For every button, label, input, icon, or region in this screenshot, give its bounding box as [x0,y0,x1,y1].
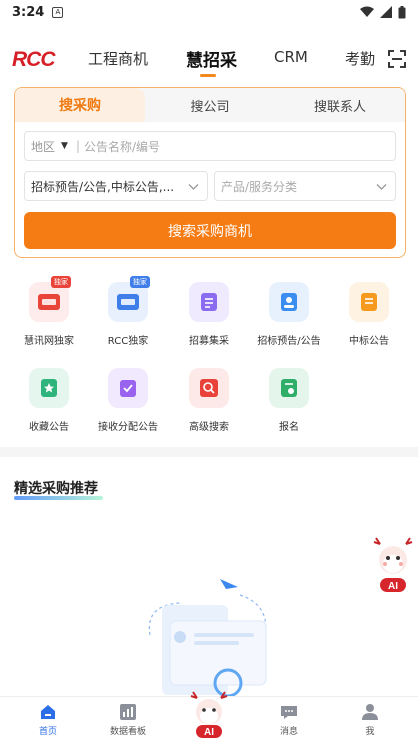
bottom-nav-label: 消息 [279,727,298,737]
message-icon [281,706,297,719]
favorite-notice-icon [29,368,69,408]
bottom-nav-home[interactable]: 首页 [13,703,83,737]
bottom-nav-ai[interactable]: AI [189,690,229,740]
status-indicators [360,5,406,19]
bottom-nav-label: 数据看板 [109,727,146,737]
section-title: 精选采购推荐 [14,481,98,497]
battery-icon [398,5,406,18]
bottom-nav-label: 我 [365,727,375,737]
search-procurement-button[interactable]: 搜索采购商机 [24,212,396,249]
chevron-down-icon [376,184,387,190]
category-placeholder: 产品/服务分类 [221,179,298,194]
tab-engineering[interactable]: 工程商机 [88,48,148,69]
field-separator: | [75,139,80,153]
advanced-search-icon [189,368,229,408]
status-time: 3:24 [12,4,45,20]
bottom-nav-profile[interactable]: 我 [335,703,405,737]
grid-item-favorite-notice[interactable]: 收藏公告 [9,368,89,433]
assigned-notice-icon [108,368,148,408]
search-card: 搜采购 搜公司 搜联系人 地区 ▼ | 公告名称/编号 招标预告/公告,中标公告… [14,87,406,258]
chevron-down-icon [188,184,199,190]
section-divider [0,447,418,457]
recruit-procure-icon [189,282,229,322]
keyword-search-field[interactable]: 地区 ▼ | 公告名称/编号 [24,131,396,161]
keyword-placeholder: 公告名称/编号 [83,139,161,154]
bottom-nav-dashboard[interactable]: 数据看板 [93,703,163,737]
top-nav: RCC 工程商机 慧招采 CRM 考勤 [0,40,418,80]
tab-attendance[interactable]: 考勤 [345,48,375,69]
bottom-nav-label: 首页 [38,727,57,737]
home-icon [41,705,55,719]
grid-item-icc-exclusive[interactable]: 独家 慧讯网独家 [9,276,89,347]
exclusive-badge: 独家 [130,276,150,288]
grid-label: 接收分配公告 [98,422,158,433]
grid-label: 招标预告/公告 [257,336,321,347]
ai-mascot-icon[interactable]: AI [372,536,414,594]
tab-search-company[interactable]: 搜公司 [145,88,275,122]
grid-label: 高级搜索 [189,422,229,433]
grid-item-assigned-notice[interactable]: 接收分配公告 [88,368,168,433]
search-tabs: 搜采购 搜公司 搜联系人 [15,88,405,122]
tab-search-contact[interactable]: 搜联系人 [275,88,405,122]
icc-exclusive-icon: 独家 [29,276,71,322]
category-select[interactable]: 产品/服务分类 [214,171,396,201]
exclusive-badge: 独家 [51,276,71,288]
profile-icon [362,704,378,720]
chart-icon [120,704,136,720]
tab-huizhaocai[interactable]: 慧招采 [186,46,237,71]
rcc-exclusive-icon: 独家 [108,276,150,322]
grid-label: 招募集采 [189,336,229,347]
grid-item-signup[interactable]: 报名 [249,368,329,433]
scan-icon[interactable] [388,50,406,68]
active-tab-indicator [200,74,216,77]
svg-text:AI: AI [388,581,398,592]
notice-type-value: 招标预告/公告,中标公告,... [31,179,175,194]
notification-icon: A [52,6,64,18]
award-notice-icon [349,282,389,322]
grid-label: 慧讯网独家 [24,336,74,347]
grid-label: 报名 [279,422,299,433]
tab-crm[interactable]: CRM [274,48,308,66]
grid-label: 收藏公告 [29,422,69,433]
status-bar: 3:24 A [0,0,418,24]
notice-type-select[interactable]: 招标预告/公告,中标公告,... [24,171,208,201]
grid-item-rcc-exclusive[interactable]: 独家 RCC独家 [88,276,168,347]
grid-label: 中标公告 [349,336,389,347]
wifi-icon [360,6,374,17]
grid-label: RCC独家 [107,336,149,347]
tender-notice-icon [269,282,309,322]
section-title-underline [14,496,103,500]
caret-down-icon: ▼ [61,141,68,151]
region-selector[interactable]: 地区 [31,138,55,155]
signup-icon [269,368,309,408]
tab-search-procurement[interactable]: 搜采购 [15,88,145,122]
grid-item-advanced-search[interactable]: 高级搜索 [169,368,249,433]
rcc-logo: RCC [12,48,55,71]
bottom-nav-messages[interactable]: 消息 [254,703,324,737]
ai-label: AI [204,727,214,738]
grid-item-recruit-procure[interactable]: 招募集采 [169,282,249,347]
grid-item-award-notice[interactable]: 中标公告 [329,282,409,347]
empty-state-illustration [148,579,267,698]
signal-icon [380,6,392,18]
grid-item-tender-notice[interactable]: 招标预告/公告 [249,282,329,347]
